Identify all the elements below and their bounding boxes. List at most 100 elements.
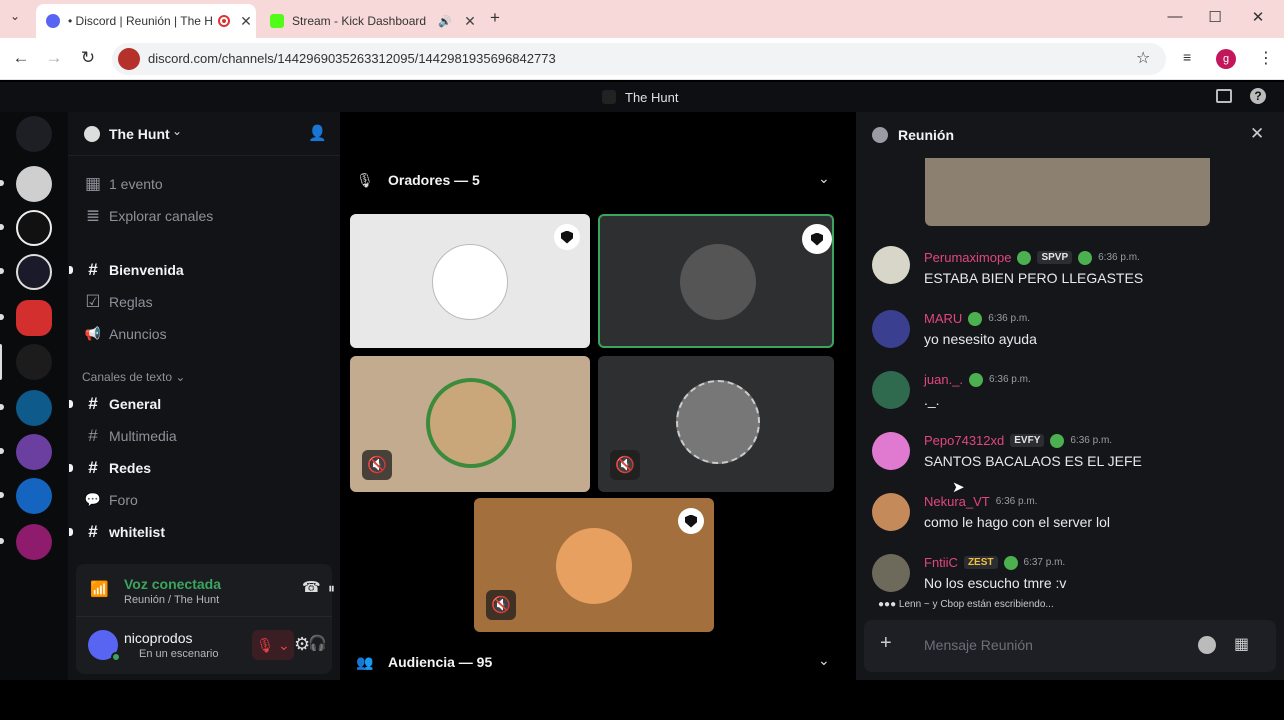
message-header: Perumaximope SPVP 6:36 p.m. [924, 250, 1140, 265]
close-icon[interactable]: ✕ [1250, 124, 1264, 144]
settings-icon[interactable]: ⚙ [294, 634, 310, 655]
channel-general[interactable]: # General [69, 392, 161, 416]
add-attachment-icon[interactable]: + [880, 632, 892, 655]
new-tab-button[interactable]: + [490, 8, 500, 28]
moderator-badge-icon [678, 508, 704, 534]
channel-anuncios[interactable]: 📢 Anuncios [84, 322, 167, 346]
channel-bienvenida[interactable]: # Bienvenida [69, 258, 184, 282]
close-tab-icon[interactable]: ✕ [460, 13, 480, 30]
forward-icon[interactable]: → [43, 48, 65, 68]
author-name[interactable]: FntiiC [924, 555, 958, 570]
tab-discord[interactable]: • Discord | Reunión | The H ✕ [36, 4, 256, 38]
avatar[interactable] [872, 246, 910, 284]
avatar[interactable] [872, 310, 910, 348]
message-header: juan._. 6:36 p.m. [924, 372, 1031, 387]
category-text-channels[interactable]: Canales de texto ⌄ [82, 370, 185, 384]
speaker-tile[interactable]: 🔇 [350, 356, 590, 492]
discord-home-icon[interactable] [16, 116, 52, 152]
timestamp: 6:36 p.m. [995, 496, 1038, 507]
audience-header[interactable]: 👥 Audiencia — 95 ⌄ [356, 652, 834, 674]
server-icon[interactable] [16, 390, 52, 426]
unread-pill [0, 268, 4, 274]
help-icon[interactable]: ? [1250, 88, 1266, 104]
channel-foro[interactable]: 💬 Foro [84, 488, 138, 512]
hash-icon: # [88, 458, 98, 477]
events-item[interactable]: ▦ 1 evento [84, 172, 163, 196]
tab-list-icon[interactable]: ⌄ [10, 9, 20, 23]
avatar[interactable] [872, 432, 910, 470]
avatar [680, 244, 756, 320]
minimize-icon[interactable]: — [1165, 8, 1185, 25]
author-name[interactable]: Perumaximope [924, 250, 1011, 265]
back-icon[interactable]: ← [10, 48, 32, 68]
server-name: The Hunt [109, 126, 170, 142]
invite-icon[interactable]: 👤 [308, 124, 327, 142]
speaker-tile[interactable]: 🔇 [598, 356, 834, 492]
channel-reglas[interactable]: ☑ Reglas [84, 290, 152, 314]
badge-icon [969, 372, 984, 387]
chat-title: Reunión [898, 127, 954, 143]
message-header: Pepo74312xd EVFY 6:36 p.m. [924, 433, 1112, 448]
tab-kick[interactable]: Stream - Kick Dashboard 🔊 ✕ [260, 4, 480, 38]
username[interactable]: nicoprodos [124, 630, 193, 646]
avatar[interactable] [872, 371, 910, 409]
server-icon[interactable] [16, 300, 52, 336]
mic-muted-icon[interactable]: 🎙 ⌄ [252, 630, 294, 660]
muted-icon: 🔇 [486, 590, 516, 620]
voice-location[interactable]: Reunión / The Hunt [124, 594, 219, 606]
speaker-tile[interactable] [598, 214, 834, 348]
media-icon[interactable]: ≡ [1183, 49, 1191, 65]
server-header[interactable]: The Hunt ⌄ 👤 [68, 112, 340, 156]
bookmark-star-icon[interactable]: ☆ [1136, 48, 1150, 68]
mic-icon[interactable] [118, 48, 140, 70]
server-icon[interactable] [16, 210, 52, 246]
emoji-icon[interactable] [1198, 636, 1216, 654]
avatar[interactable] [872, 554, 910, 592]
soundboard-icon[interactable]: ⏸ [328, 580, 335, 597]
menu-icon[interactable]: ⋮ [1258, 48, 1274, 68]
voice-status[interactable]: Voz conectada [124, 576, 221, 592]
server-icon[interactable] [16, 254, 52, 290]
unread-indicator [69, 400, 73, 408]
speaker-tile[interactable]: 🔇 [474, 498, 714, 632]
chat-panel: Reunión ✕ Perumaximope SPVP 6:36 p.m. ES… [856, 112, 1284, 680]
browse-channels-item[interactable]: ≣ Explorar canales [84, 204, 213, 228]
message-text: ._. [924, 392, 940, 408]
apps-icon[interactable]: ▦ [1234, 634, 1249, 654]
headset-icon[interactable]: 🎧 [308, 634, 327, 652]
close-window-icon[interactable]: ✕ [1248, 8, 1268, 26]
speaker-tile[interactable] [350, 214, 590, 348]
image-attachment[interactable] [925, 158, 1210, 226]
server-icon[interactable] [16, 478, 52, 514]
reload-icon[interactable]: ↻ [77, 48, 99, 68]
server-icon[interactable] [16, 166, 52, 202]
channel-multimedia[interactable]: # Multimedia [84, 424, 176, 448]
author-name[interactable]: Nekura_VT [924, 494, 990, 509]
mouse-cursor-icon: ➤ [952, 479, 965, 496]
maximize-icon[interactable]: ☐ [1205, 8, 1225, 26]
speakers-header[interactable]: 🎙 Oradores — 5 ⌄ [356, 170, 834, 192]
inbox-icon[interactable] [1216, 89, 1232, 103]
close-tab-icon[interactable]: ✕ [236, 13, 256, 30]
voice-panel: 📶 Voz conectada Reunión / The Hunt ⏸ ☎ n… [76, 564, 335, 674]
channel-whitelist[interactable]: # whitelist [69, 520, 165, 544]
channel-redes[interactable]: # Redes [69, 456, 151, 480]
chevron-down-icon: ⌄ [172, 124, 183, 138]
author-name[interactable]: Pepo74312xd [924, 433, 1004, 448]
message-text: yo nesesito ayuda [924, 331, 1037, 347]
message-composer[interactable]: + Mensaje Reunión ▦ [864, 620, 1276, 672]
server-icon[interactable] [16, 344, 52, 380]
disconnect-icon[interactable]: ☎ [302, 578, 321, 596]
address-bar[interactable]: discord.com/channels/1442969035263312095… [112, 43, 1166, 75]
profile-avatar[interactable]: g [1216, 49, 1236, 69]
badge-icon [968, 311, 983, 326]
avatar[interactable] [872, 493, 910, 531]
message-input[interactable]: Mensaje Reunión [924, 637, 1033, 653]
author-name[interactable]: MARU [924, 311, 962, 326]
server-icon[interactable] [16, 524, 52, 560]
tab-title: • Discord | Reunión | The H [68, 14, 213, 28]
url-text[interactable]: discord.com/channels/1442969035263312095… [148, 51, 556, 66]
server-icon[interactable] [16, 434, 52, 470]
author-name[interactable]: juan._. [924, 372, 963, 387]
typing-text: Lenn ~ y Cbop están escribiendo... [898, 599, 1054, 610]
